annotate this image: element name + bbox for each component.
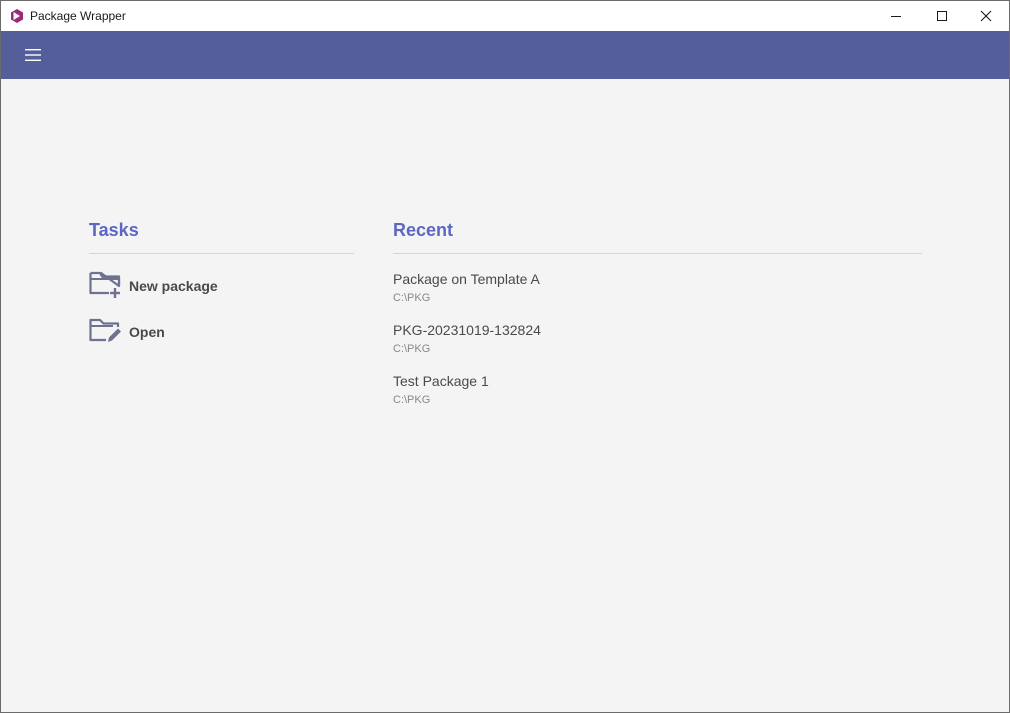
folder-edit-icon — [89, 318, 121, 342]
tasks-divider — [89, 253, 354, 254]
minimize-button[interactable] — [873, 1, 919, 31]
minimize-icon — [891, 16, 901, 17]
menu-button[interactable] — [19, 42, 47, 68]
tasks-heading: Tasks — [89, 220, 139, 240]
recent-divider — [393, 253, 922, 254]
recent-item[interactable]: Package on Template A C:\PKG — [393, 270, 793, 310]
app-window: Package Wrapper Tasks New package Open R… — [0, 0, 1010, 713]
recent-item[interactable]: PKG-20231019-132824 C:\PKG — [393, 321, 793, 361]
maximize-icon — [937, 11, 947, 21]
title-bar[interactable]: Package Wrapper — [1, 1, 1009, 31]
recent-item[interactable]: Test Package 1 C:\PKG — [393, 372, 793, 412]
window-title: Package Wrapper — [30, 9, 126, 23]
recent-item-path: C:\PKG — [393, 394, 431, 406]
close-button[interactable] — [963, 1, 1009, 31]
close-icon — [980, 10, 992, 22]
package-wrapper-logo-icon — [11, 9, 23, 23]
new-package-button[interactable]: New package — [89, 269, 289, 299]
app-header-bar — [1, 31, 1009, 79]
new-package-label: New package — [129, 278, 218, 294]
hamburger-menu-icon — [25, 49, 41, 61]
folder-add-icon — [89, 271, 121, 298]
open-button[interactable]: Open — [89, 315, 289, 345]
main-content: Tasks New package Open Recent Package on… — [1, 79, 1009, 712]
open-label: Open — [129, 324, 165, 340]
recent-heading: Recent — [393, 220, 454, 240]
recent-item-name: PKG-20231019-132824 — [393, 322, 541, 338]
recent-item-name: Package on Template A — [393, 271, 540, 287]
recent-item-path: C:\PKG — [393, 343, 431, 355]
maximize-button[interactable] — [919, 1, 965, 31]
recent-item-name: Test Package 1 — [393, 373, 489, 389]
recent-item-path: C:\PKG — [393, 292, 431, 304]
